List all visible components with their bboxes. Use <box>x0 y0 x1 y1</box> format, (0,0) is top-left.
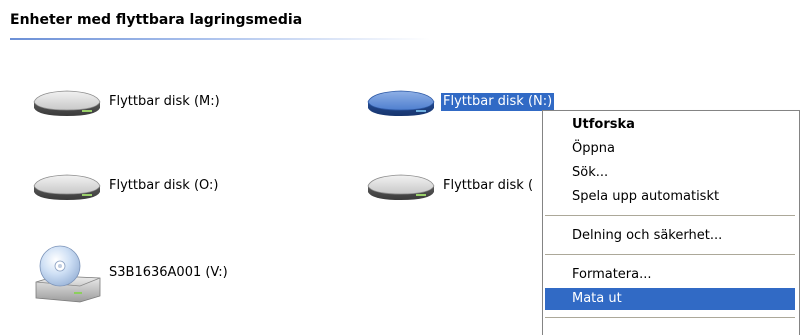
explorer-window: Enheter med flyttbara lagringsmedia Flyt… <box>0 0 800 335</box>
menu-item-oppna[interactable]: Öppna <box>545 138 795 160</box>
drive-label: Flyttbar disk ( <box>443 178 534 193</box>
menu-item-mata-ut[interactable]: Mata ut <box>545 288 795 310</box>
drive-item-n[interactable]: Flyttbar disk (N:) <box>364 86 556 118</box>
menu-item-sok[interactable]: Sök... <box>545 162 795 184</box>
removable-disk-icon <box>33 90 101 116</box>
cd-drive-icon <box>35 245 101 303</box>
menu-separator <box>545 317 795 318</box>
menu-item-formatera[interactable]: Formatera... <box>545 264 795 286</box>
removable-disk-icon <box>367 174 435 200</box>
drive-label: S3B1636A001 (V:) <box>109 265 228 280</box>
drive-label: Flyttbar disk (N:) <box>439 92 556 112</box>
drive-label: Flyttbar disk (O:) <box>109 178 219 193</box>
group-header: Enheter med flyttbara lagringsmedia <box>10 12 430 40</box>
drive-item-o[interactable]: Flyttbar disk (O:) <box>30 170 221 202</box>
menu-item-spela-upp-automatiskt[interactable]: Spela upp automatiskt <box>545 186 795 208</box>
menu-item-delning-och-sakerhet[interactable]: Delning och säkerhet... <box>545 225 795 247</box>
removable-disk-icon <box>367 90 435 116</box>
drive-label: Flyttbar disk (M:) <box>109 94 220 109</box>
menu-separator <box>545 215 795 216</box>
group-underline <box>10 38 430 40</box>
group-title: Enheter med flyttbara lagringsmedia <box>10 12 303 28</box>
drive-item-p[interactable]: Flyttbar disk ( <box>364 170 535 202</box>
removable-disk-icon <box>33 174 101 200</box>
context-menu: Utforska Öppna Sök... Spela upp automati… <box>542 110 800 335</box>
menu-separator <box>545 254 795 255</box>
drive-item-m[interactable]: Flyttbar disk (M:) <box>30 86 222 118</box>
drive-item-v[interactable]: S3B1636A001 (V:) <box>30 240 230 306</box>
menu-item-utforska[interactable]: Utforska <box>545 114 795 136</box>
